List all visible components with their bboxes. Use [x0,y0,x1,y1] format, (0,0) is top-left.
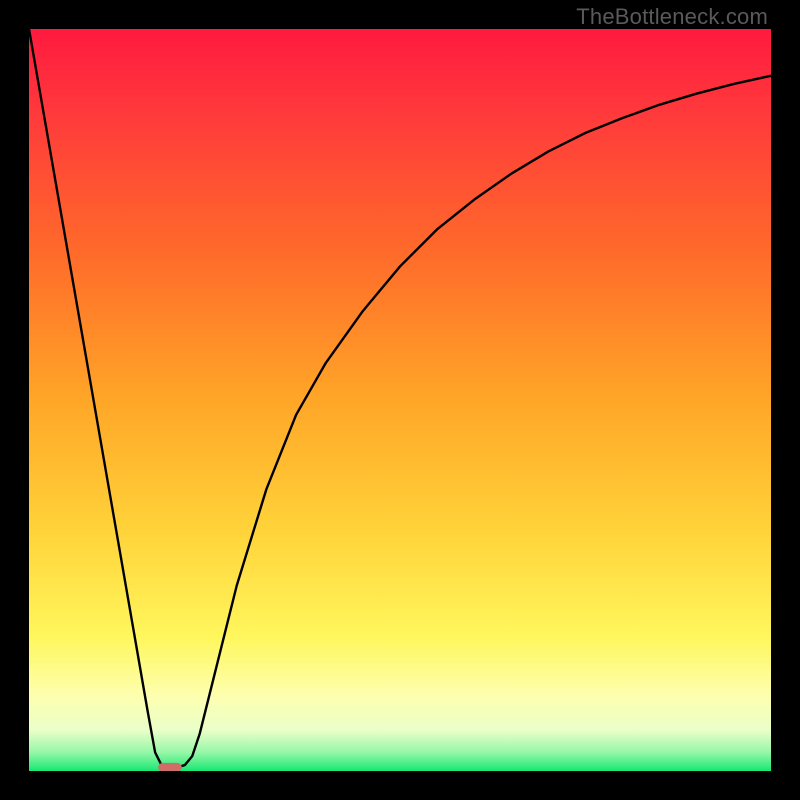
watermark-text: TheBottleneck.com [576,4,768,30]
min-marker [158,763,182,771]
chart-frame [29,29,771,771]
gradient-background [29,29,771,771]
bottleneck-chart [29,29,771,771]
